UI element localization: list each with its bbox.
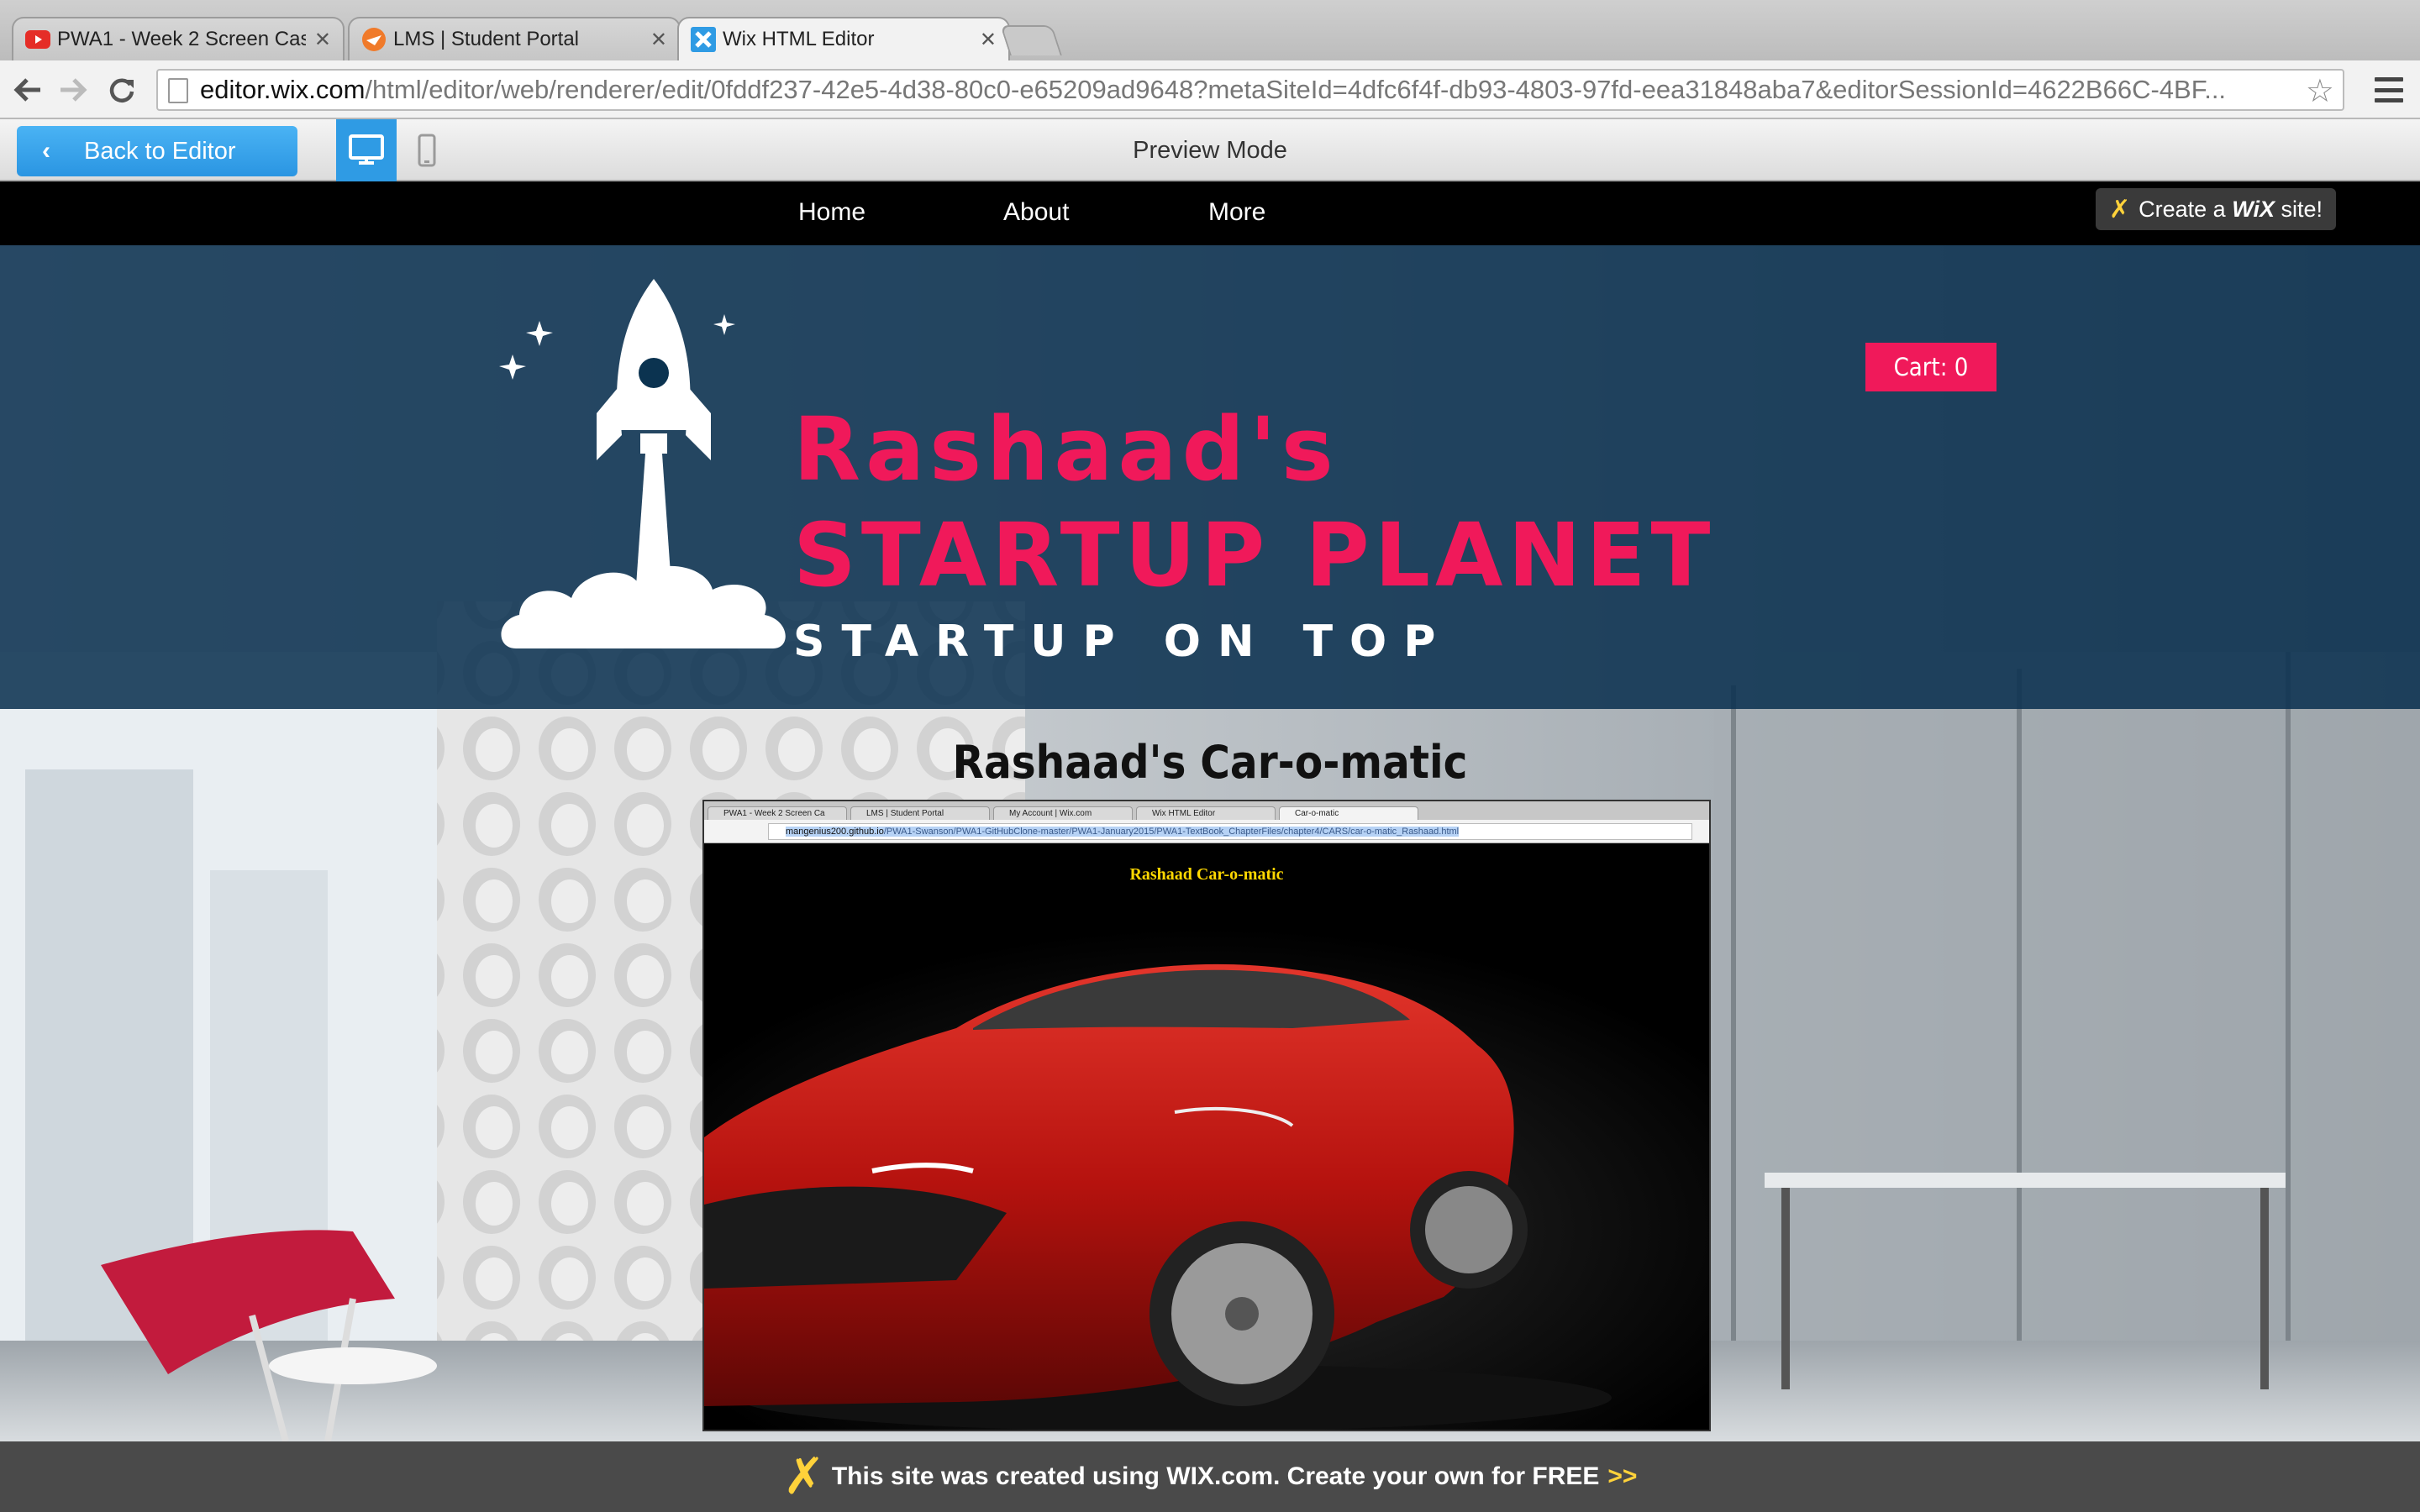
reload-icon[interactable] (104, 72, 139, 108)
star-icon (713, 314, 735, 335)
logo-tagline: STARTUP ON TOP (793, 617, 1453, 667)
close-icon[interactable]: ✕ (650, 28, 667, 52)
logo-line-2: STARTUP PLANET (793, 504, 1716, 606)
close-icon[interactable]: ✕ (314, 28, 331, 52)
tab-lms[interactable]: LMS | Student Portal ✕ (348, 17, 681, 60)
tab-title: Wix HTML Editor (723, 28, 875, 50)
browser-toolbar: editor.wix.com/html/editor/web/renderer/… (0, 60, 2420, 119)
footer-arrows: >> (1607, 1462, 1638, 1490)
mini-tab-strip: PWA1 - Week 2 Screen Ca LMS | Student Po… (704, 801, 1709, 820)
red-car-image (704, 927, 1709, 1430)
site-preview: Home About More ✗ Create a WiX site! Car… (0, 181, 2420, 1512)
desktop-icon (349, 134, 384, 165)
create-wix-prefix: Create a (2139, 196, 2226, 222)
car-o-matic-screenshot: PWA1 - Week 2 Screen Ca LMS | Student Po… (702, 800, 1711, 1431)
create-wix-brand: WiX (2232, 196, 2275, 222)
create-wix-site-button[interactable]: ✗ Create a WiX site! (2096, 188, 2336, 230)
mini-url-host: mangenius200.github.io (786, 827, 884, 837)
chevron-left-icon: ‹ (42, 137, 50, 165)
star-icon (526, 321, 553, 346)
back-arrow-icon[interactable] (10, 72, 45, 108)
browser-tab-strip: PWA1 - Week 2 Screen Cas ✕ LMS | Student… (0, 0, 2420, 60)
mini-tab: LMS | Student Portal (850, 806, 990, 820)
nav-home[interactable]: Home (798, 198, 865, 227)
tab-title: PWA1 - Week 2 Screen Cas (57, 28, 306, 50)
new-tab-button[interactable] (1000, 25, 1062, 55)
star-icon (499, 354, 526, 380)
footer-text: This site was created using WIX.com. Cre… (831, 1462, 1600, 1490)
back-to-editor-button[interactable]: ‹ Back to Editor (17, 126, 297, 176)
tab-pwa1[interactable]: PWA1 - Week 2 Screen Cas ✕ (12, 17, 345, 60)
page-icon (168, 78, 188, 103)
mini-tab: PWA1 - Week 2 Screen Ca (708, 806, 847, 820)
nav-more[interactable]: More (1208, 198, 1265, 227)
forward-arrow-icon[interactable] (55, 72, 91, 108)
lms-icon (361, 27, 387, 52)
url-path: /html/editor/web/renderer/edit/0fddf237-… (365, 75, 2227, 104)
content-title: Rashaad's Car-o-matic (952, 736, 1468, 789)
nav-about[interactable]: About (1003, 198, 1069, 227)
mobile-icon (418, 134, 436, 167)
mini-address-bar: mangenius200.github.io/PWA1-Swanson/PWA1… (768, 823, 1692, 840)
wix-preview-bar: Preview Mode ‹ Back to Editor (0, 119, 2420, 181)
rocket-logo-icon (499, 279, 786, 648)
mini-url-path: /PWA1-Swanson/PWA1-GitHubClone-master/PW… (883, 827, 1460, 837)
wix-logo-icon: ✗ (782, 1448, 825, 1504)
wix-footer-banner[interactable]: ✗ This site was created using WIX.com. C… (0, 1441, 2420, 1512)
car-page-title: Rashaad Car-o-matic (1129, 865, 1284, 884)
mini-tab: Wix HTML Editor (1136, 806, 1276, 820)
mobile-view-button[interactable] (397, 119, 457, 181)
site-nav-bar: Home About More ✗ Create a WiX site! (0, 181, 2420, 245)
mini-toolbar: mangenius200.github.io/PWA1-Swanson/PWA1… (704, 820, 1709, 843)
cart-button[interactable]: Cart: 0 (1865, 343, 1996, 391)
logo-line-1: Rashaad's (793, 398, 1339, 501)
tab-wix-html-editor[interactable]: Wix HTML Editor ✕ (677, 17, 1010, 60)
mini-tab: My Account | Wix.com (993, 806, 1133, 820)
wix-x-icon: ✗ (2108, 195, 2131, 223)
bookmark-star-icon[interactable]: ☆ (2306, 72, 2334, 109)
mini-tab: Car-o-matic (1279, 806, 1418, 820)
wix-icon (691, 27, 716, 52)
create-wix-suffix: site! (2281, 196, 2323, 222)
address-bar[interactable]: editor.wix.com/html/editor/web/renderer/… (156, 69, 2344, 111)
logo-title: Rashaad's STARTUP PLANET (793, 396, 1716, 608)
youtube-icon (25, 27, 50, 52)
chrome-menu-icon[interactable] (2375, 77, 2403, 102)
tab-title: LMS | Student Portal (393, 28, 580, 50)
back-to-editor-label: Back to Editor (84, 137, 236, 165)
desktop-view-button[interactable] (336, 119, 397, 181)
hero-header: Cart: 0 Rashaad's STARTUP PLANET STARTUP… (0, 245, 2420, 709)
close-icon[interactable]: ✕ (980, 28, 997, 52)
url-domain: editor.wix.com (200, 75, 366, 104)
